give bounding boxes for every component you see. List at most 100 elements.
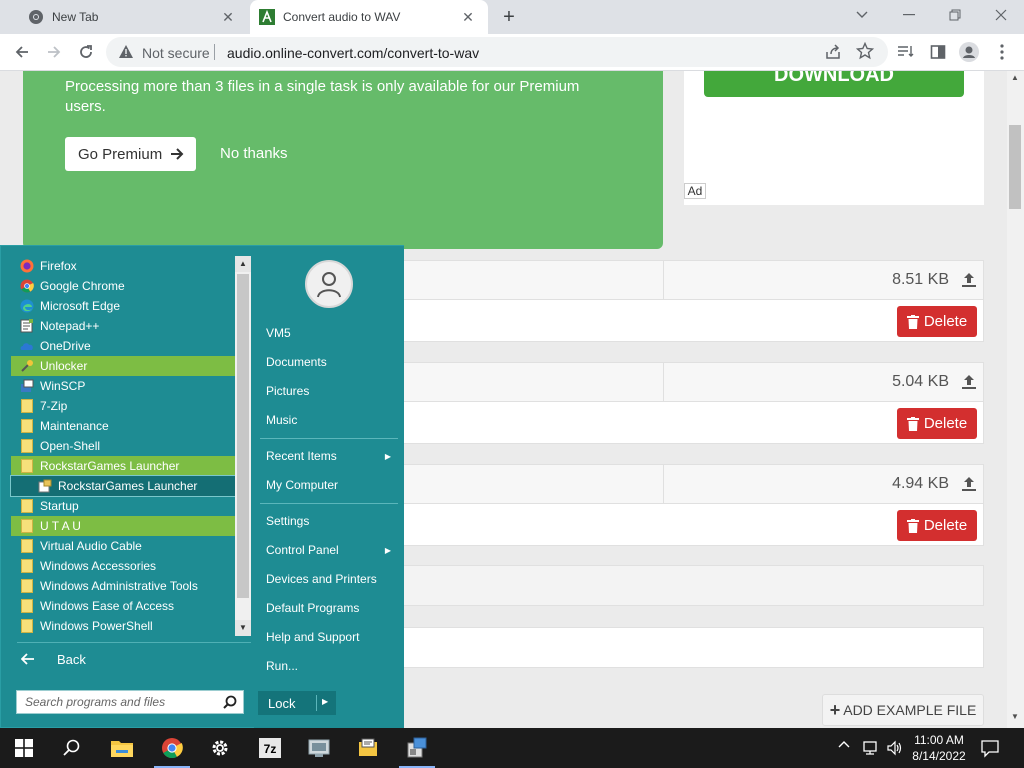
volume-icon[interactable] (886, 739, 904, 757)
program-label: 7-Zip (40, 399, 68, 413)
program-item[interactable]: Maintenance (11, 416, 235, 436)
program-item[interactable]: Windows Administrative Tools (11, 576, 235, 596)
chrome-icon[interactable] (148, 728, 196, 768)
start-menu-item[interactable]: Control Panel ▶ (254, 538, 399, 562)
forward-icon[interactable] (42, 40, 66, 64)
minimize-icon[interactable] (886, 0, 932, 30)
back-button[interactable]: Back (11, 642, 251, 678)
upload-icon[interactable] (961, 272, 977, 288)
delete-label: Delete (923, 517, 968, 534)
program-item[interactable]: Startup (11, 496, 235, 516)
restore-icon[interactable] (932, 0, 978, 30)
program-item[interactable]: RockstarGames Launcher (10, 475, 236, 497)
delete-button[interactable]: Delete (897, 408, 977, 439)
download-ad-button[interactable]: DOWNLOAD (704, 71, 964, 97)
scroll-down-icon[interactable]: ▼ (235, 620, 251, 636)
close-tab-icon[interactable]: ✕ (220, 9, 236, 25)
start-menu-item-label: Help and Support (266, 630, 360, 644)
program-item[interactable]: Google Chrome (11, 276, 235, 296)
file-explorer-icon[interactable] (98, 728, 146, 768)
program-item[interactable]: Notepad++ (11, 316, 235, 336)
notification-icon[interactable] (980, 738, 1000, 758)
program-item[interactable]: Firefox (11, 256, 235, 276)
url-text[interactable]: audio.online-convert.com/convert-to-wav (227, 45, 479, 61)
new-tab-button[interactable]: + (498, 6, 520, 28)
program-label: U T A U (40, 519, 81, 533)
back-icon[interactable] (10, 40, 34, 64)
program-item[interactable]: Windows Ease of Access (11, 596, 235, 616)
close-window-icon[interactable] (978, 0, 1024, 30)
program-item[interactable]: Microsoft Edge (11, 296, 235, 316)
tab-convert-audio[interactable]: Convert audio to WAV ✕ (250, 0, 488, 34)
search-input[interactable] (17, 691, 217, 713)
program-item[interactable]: Windows Accessories (11, 556, 235, 576)
close-tab-icon[interactable]: ✕ (460, 9, 476, 25)
go-premium-button[interactable]: Go Premium (65, 137, 196, 171)
scroll-down-icon[interactable]: ▼ (1011, 712, 1019, 721)
tab-search-icon[interactable] (839, 0, 885, 30)
program-item[interactable]: Open-Shell (11, 436, 235, 456)
share-icon[interactable] (824, 43, 842, 61)
page-scrollbar[interactable]: ▲ ▼ (1007, 71, 1024, 728)
program-list: Firefox Google Chrome Microsoft Edge Notepa… (10, 256, 236, 636)
start-menu-item[interactable]: Music (254, 408, 399, 432)
start-menu-item[interactable]: Devices and Printers (254, 567, 399, 591)
upload-icon[interactable] (961, 476, 977, 492)
app-icon[interactable] (295, 728, 343, 768)
scroll-thumb[interactable] (1009, 125, 1021, 209)
bookmark-star-icon[interactable] (856, 42, 874, 60)
program-item[interactable]: RockstarGames Launcher (11, 456, 235, 476)
lock-button[interactable]: Lock ▶ (258, 691, 336, 715)
program-item[interactable]: Windows PowerShell (11, 616, 235, 636)
start-menu-item[interactable]: Run... (254, 654, 399, 678)
delete-button[interactable]: Delete (897, 510, 977, 541)
delete-button[interactable]: Delete (897, 306, 977, 337)
chevron-up-icon[interactable] (838, 740, 850, 748)
program-item[interactable]: Unlocker (11, 356, 235, 376)
file-row: 4.94 KB Delete (403, 464, 984, 546)
start-menu-item[interactable]: Help and Support (254, 625, 399, 649)
search-icon[interactable] (48, 728, 96, 768)
scroll-thumb[interactable] (237, 274, 249, 598)
upload-icon[interactable] (961, 374, 977, 390)
network-icon[interactable] (862, 740, 880, 756)
side-panel-icon[interactable] (926, 40, 950, 64)
start-icon[interactable] (0, 728, 48, 768)
options-row[interactable] (403, 565, 984, 606)
scroll-up-icon[interactable]: ▲ (1011, 73, 1019, 82)
start-menu-item[interactable]: Default Programs (254, 596, 399, 620)
search-icon[interactable] (223, 695, 237, 709)
tab-new-tab[interactable]: New Tab ✕ (8, 0, 248, 34)
start-menu-item[interactable]: VM5 (254, 321, 399, 345)
start-menu-item[interactable]: Settings (254, 509, 399, 533)
program-item[interactable]: OneDrive (11, 336, 235, 356)
program-label: Firefox (40, 259, 77, 273)
start-menu-item[interactable]: Documents (254, 350, 399, 374)
address-bar[interactable]: Not secure audio.online-convert.com/conv… (106, 37, 888, 67)
warning-icon[interactable] (118, 44, 134, 60)
program-list-scrollbar[interactable]: ▲ ▼ (235, 256, 251, 636)
reading-list-icon[interactable] (894, 40, 918, 64)
options-row[interactable] (403, 627, 984, 668)
program-item[interactable]: Virtual Audio Cable (11, 536, 235, 556)
launcher-icon[interactable] (393, 728, 441, 768)
chevron-right-icon[interactable]: ▶ (322, 697, 328, 706)
program-item[interactable]: WinSCP (11, 376, 235, 396)
start-menu-item[interactable]: Pictures (254, 379, 399, 403)
system-clock[interactable]: 11:00 AM 8/14/2022 (906, 732, 972, 764)
user-avatar-icon[interactable] (305, 260, 353, 308)
reload-icon[interactable] (74, 40, 98, 64)
start-menu-item[interactable]: Recent Items ▶ (254, 444, 399, 468)
scroll-up-icon[interactable]: ▲ (235, 256, 251, 272)
menu-kebab-icon[interactable] (990, 40, 1014, 64)
folder-icon (19, 558, 35, 574)
program-item[interactable]: 7-Zip (11, 396, 235, 416)
7zip-icon[interactable]: 7z (246, 728, 294, 768)
program-item[interactable]: U T A U (11, 516, 235, 536)
no-thanks-link[interactable]: No thanks (220, 145, 288, 162)
winscp-icon[interactable] (344, 728, 392, 768)
start-menu-item[interactable]: My Computer (254, 473, 399, 497)
settings-icon[interactable] (196, 728, 244, 768)
profile-icon[interactable] (957, 40, 981, 64)
add-example-file-button[interactable]: + ADD EXAMPLE FILE (822, 694, 984, 726)
